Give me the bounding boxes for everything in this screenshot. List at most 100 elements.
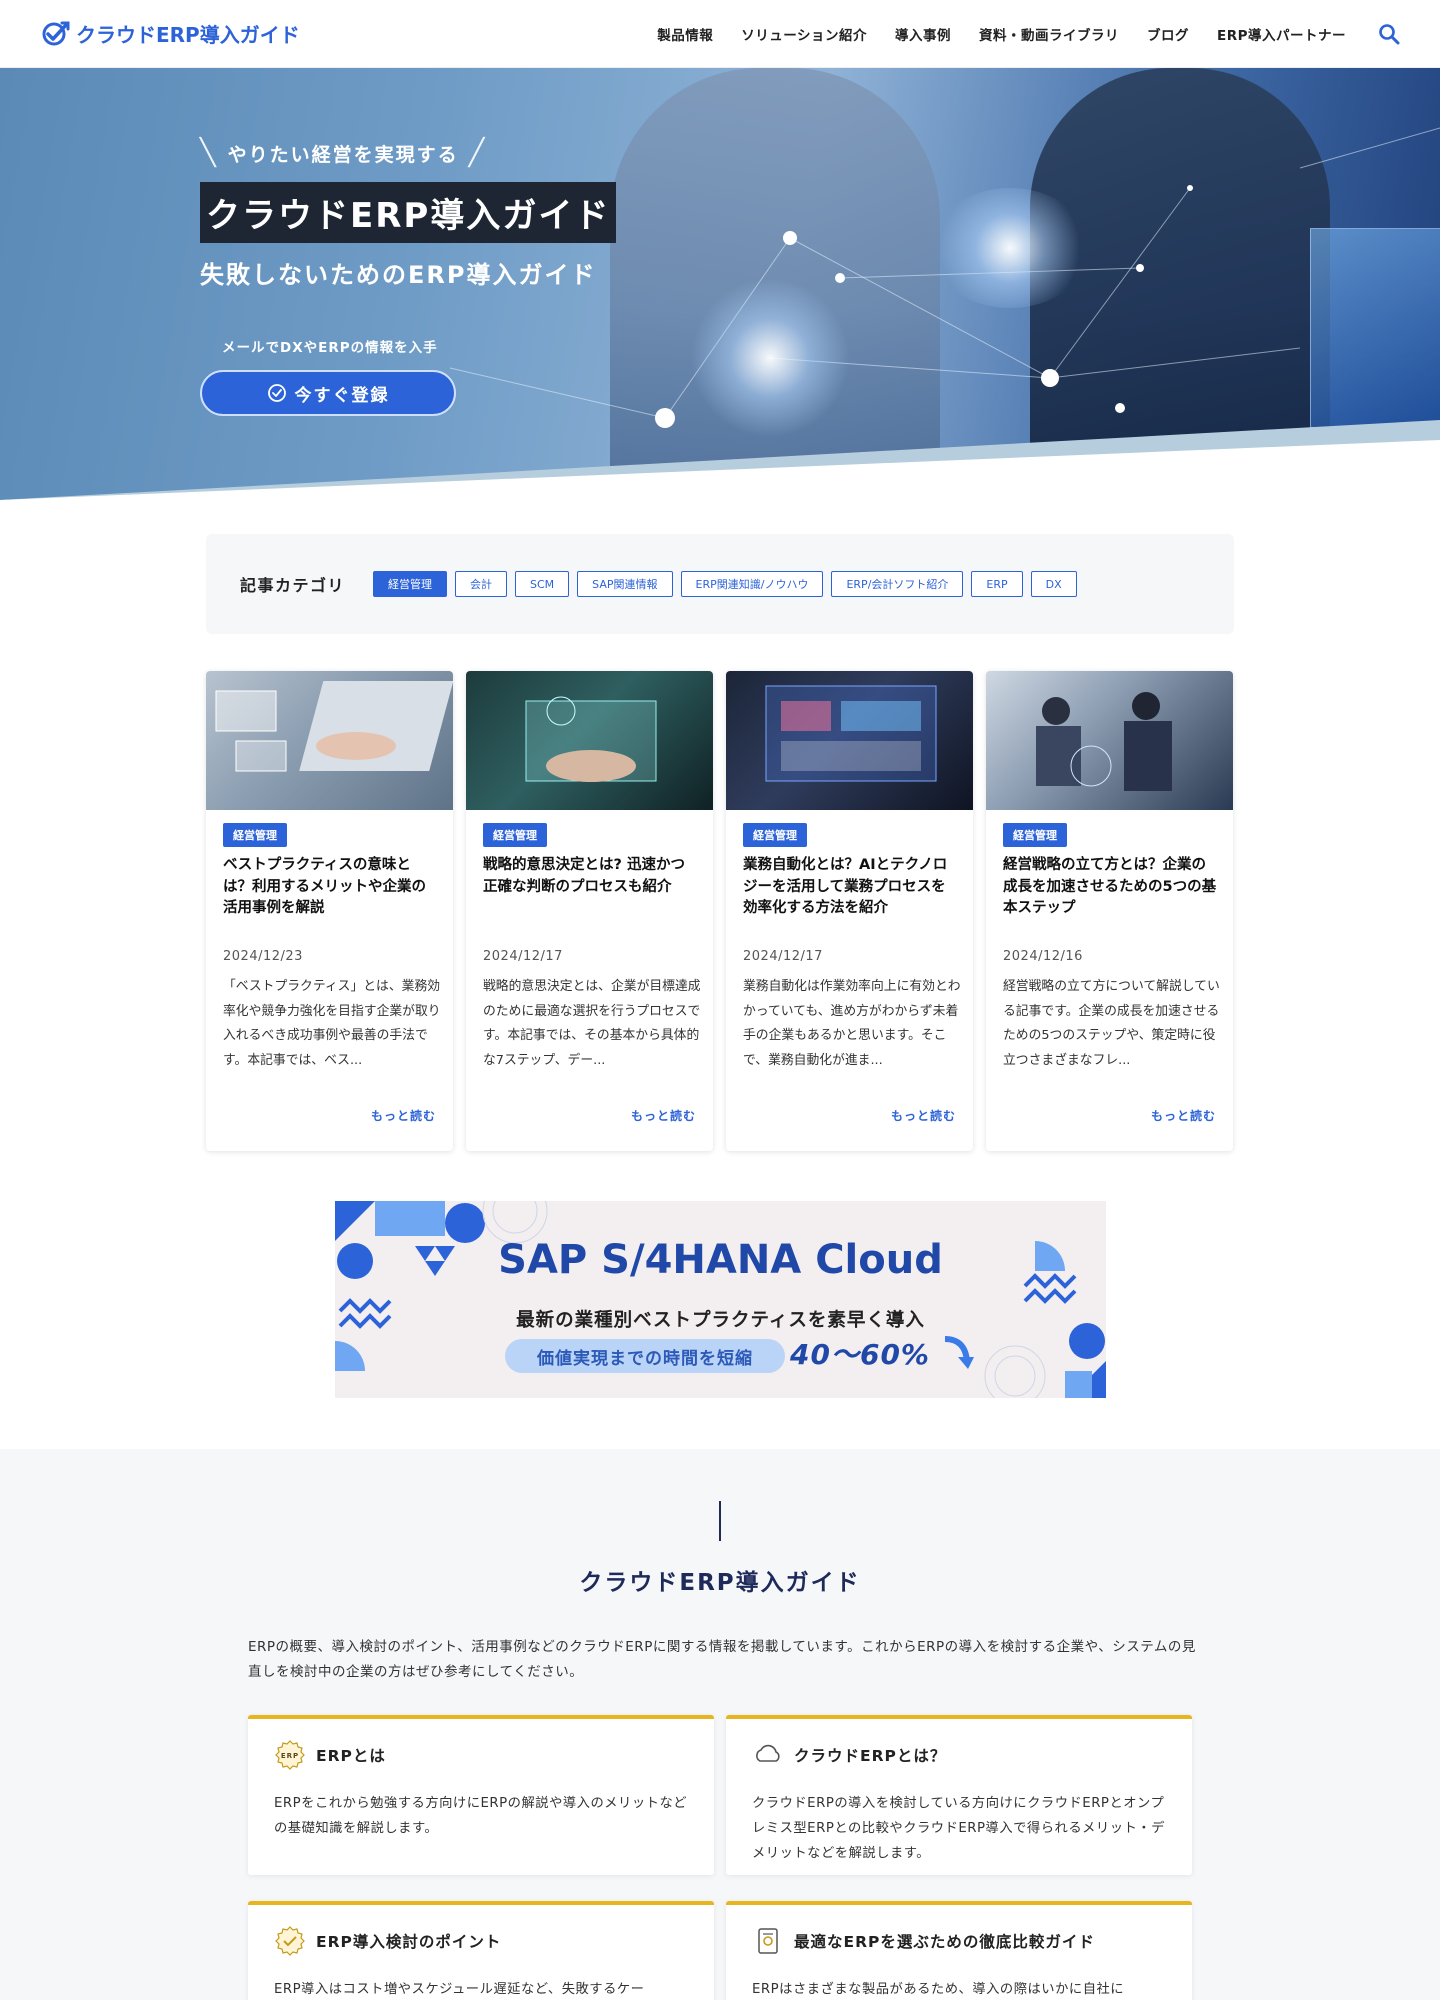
article-excerpt: 業務自動化は作業効率向上に有効とわかっていても、進め方がわからず未着手の企業もあ… — [743, 979, 961, 1068]
banner-subtitle: 最新の業種別ベストプラクティスを素早く導入 — [516, 1310, 925, 1331]
site-header: クラウドERP導入ガイド 製品情報 ソリューション紹介 導入事例 資料・動画ライ… — [0, 0, 1440, 68]
guide-card-erp[interactable]: ERP ERPとは ERPをこれから勉強する方向けにERPの解説や導入のメリット… — [248, 1715, 714, 1875]
hero-light-glow — [930, 188, 1090, 308]
read-more-link[interactable]: もっと読む — [1151, 1107, 1216, 1124]
guide-card-header: ERP導入検討のポイント — [274, 1925, 501, 1957]
check-badge-icon — [275, 1926, 305, 1956]
article-date: 2024/12/16 — [1003, 949, 1083, 964]
hero-copy: ╲ やりたい経営を実現する ╱ クラウドERP導入ガイド 失敗しないためのERP… — [200, 138, 700, 416]
main-nav: 製品情報 ソリューション紹介 導入事例 資料・動画ライブラリ ブログ ERP導入… — [657, 23, 1400, 45]
guide-card-comparison[interactable]: 最適なERPを選ぶための徹底比較ガイド ERPはさまざまな製品があるため、導入の… — [726, 1901, 1192, 2000]
guide-card-header: ERP ERPとは — [274, 1739, 386, 1771]
article-date: 2024/12/23 — [223, 949, 303, 964]
article-card[interactable]: 経営管理 業務自動化とは？AIとテクノロジーを活用して業務プロセスを効率化する方… — [726, 671, 973, 1151]
category-chip-management[interactable]: 経営管理 — [373, 571, 448, 597]
article-category-badge[interactable]: 経営管理 — [1003, 823, 1067, 847]
register-button-label: 今すぐ登録 — [294, 385, 390, 406]
meeting-image — [1036, 692, 1172, 791]
article-list: 経営管理 ベストプラクティスの意味とは？利用するメリットや企業の活用事例を解説 … — [206, 671, 1234, 1151]
guide-card-body: クラウドERPの導入を検討している方向けにクラウドERPとオンプレミス型ERPと… — [752, 1796, 1165, 1861]
article-excerpt: 経営戦略の立て方について解説している記事です。企業の成長を加速させるための5つの… — [1003, 979, 1220, 1068]
guide-title: クラウドERP導入ガイド — [579, 1570, 861, 1596]
category-chip-scm[interactable]: SCM — [515, 571, 570, 597]
hero-tagline: ╲ やりたい経営を実現する ╱ — [200, 138, 700, 168]
erp-badge-icon: ERP — [275, 1740, 305, 1770]
read-more-link[interactable]: もっと読む — [631, 1107, 696, 1124]
guide-card-title: ERPとは — [316, 1747, 386, 1765]
banner-title: SAP S/4HANA Cloud — [498, 1237, 943, 1283]
register-button[interactable]: 今すぐ登録 — [200, 370, 456, 416]
banner-pill: 価値実現までの時間を短縮 — [505, 1339, 785, 1373]
laptop-image — [525, 696, 657, 782]
hero-title: クラウドERP導入ガイド — [200, 182, 617, 243]
nav-item-partners[interactable]: ERP導入パートナー — [1217, 24, 1346, 44]
hero-banner: ╲ やりたい経営を実現する ╱ クラウドERP導入ガイド 失敗しないためのERP… — [0, 68, 1440, 500]
guide-card-header: 最適なERPを選ぶための徹底比較ガイド — [752, 1925, 1095, 1957]
dashboard-image — [765, 685, 937, 782]
article-thumbnail — [986, 671, 1233, 810]
guide-card-title: 最適なERPを選ぶための徹底比較ガイド — [794, 1933, 1095, 1951]
sap-promo-banner[interactable]: SAP S/4HANA Cloud 最新の業種別ベストプラクティスを素早く導入 … — [335, 1201, 1106, 1398]
category-chip-erp-knowledge[interactable]: ERP関連知識/ノウハウ — [680, 571, 824, 597]
article-title[interactable]: 業務自動化とは？AIとテクノロジーを活用して業務プロセスを効率化する方法を紹介 — [743, 855, 958, 920]
article-date: 2024/12/17 — [483, 949, 563, 964]
logo-check-icon — [42, 21, 70, 45]
search-icon[interactable] — [1378, 23, 1400, 45]
banner-percent: 40～60% — [790, 1338, 930, 1371]
nav-item-case-studies[interactable]: 導入事例 — [895, 24, 951, 44]
section-divider-line — [719, 1501, 721, 1541]
site-logo[interactable]: クラウドERP導入ガイド — [40, 19, 300, 49]
guide-card-header: クラウドERPとは？ — [752, 1739, 946, 1771]
hero-subtitle: 失敗しないためのERP導入ガイド — [200, 261, 597, 289]
guide-card-title: ERP導入検討のポイント — [316, 1933, 502, 1951]
read-more-link[interactable]: もっと読む — [371, 1107, 436, 1124]
category-chip-dx[interactable]: DX — [1030, 571, 1077, 597]
article-title[interactable]: 経営戦略の立て方とは？企業の成長を加速させるための5つの基本ステップ — [1003, 855, 1218, 920]
article-date: 2024/12/17 — [743, 949, 823, 964]
svg-text:ERP: ERP — [281, 1752, 299, 1760]
article-card[interactable]: 経営管理 ベストプラクティスの意味とは？利用するメリットや企業の活用事例を解説 … — [206, 671, 453, 1151]
guide-card-body: ERPをこれから勉強する方向けにERPの解説や導入のメリットなどの基礎知識を解説… — [274, 1796, 688, 1836]
article-category-badge[interactable]: 経営管理 — [483, 823, 547, 847]
nav-item-products[interactable]: 製品情報 — [657, 24, 713, 44]
article-title[interactable]: 戦略的意思決定とは? 迅速かつ正確な判断のプロセスも紹介 — [483, 855, 698, 898]
tagline-text: やりたい経営を実現する — [227, 143, 459, 166]
guide-card-body: ERPはさまざまな製品があるため、導入の際はいかに自社に — [752, 1982, 1125, 1997]
tagline-left-slash: ╲ — [200, 138, 218, 168]
article-excerpt: 「ベストプラクティス」とは、業務効率化や競争力強化を目指す企業が取り入れるべき成… — [223, 979, 441, 1068]
category-chip-accounting[interactable]: 会計 — [455, 571, 508, 597]
guide-card-body: ERP導入はコスト増やスケジュール遅延など、失敗するケー — [274, 1982, 645, 1997]
category-list: 経営管理 会計 SCM SAP関連情報 ERP関連知識/ノウハウ ERP/会計ソ… — [373, 571, 1077, 597]
categories-title: 記事カテゴリ — [240, 576, 346, 595]
nav-item-solutions[interactable]: ソリューション紹介 — [741, 24, 867, 44]
nav-item-library[interactable]: 資料・動画ライブラリ — [979, 24, 1119, 44]
document-icon — [758, 1928, 778, 1954]
article-category-badge[interactable]: 経営管理 — [223, 823, 287, 847]
category-chip-erp[interactable]: ERP — [971, 571, 1023, 597]
nav-item-blog[interactable]: ブログ — [1147, 24, 1189, 44]
arrow-down-icon — [944, 1336, 974, 1369]
article-card[interactable]: 経営管理 経営戦略の立て方とは？企業の成長を加速させるための5つの基本ステップ … — [986, 671, 1233, 1151]
read-more-link[interactable]: もっと読む — [891, 1107, 956, 1124]
article-excerpt: 戦略的意思決定とは、企業が目標達成のために最適な選択を行うプロセスです。本記事で… — [483, 979, 701, 1068]
article-thumbnail — [466, 671, 713, 810]
logo-text: クラウドERP導入ガイド — [76, 23, 300, 47]
guide-card-cloud-erp[interactable]: クラウドERPとは？ クラウドERPの導入を検討している方向けにクラウドERPと… — [726, 1715, 1192, 1875]
article-categories: 記事カテゴリ 経営管理 会計 SCM SAP関連情報 ERP関連知識/ノウハウ … — [206, 534, 1234, 634]
article-card[interactable]: 経営管理 戦略的意思決定とは? 迅速かつ正確な判断のプロセスも紹介 2024/1… — [466, 671, 713, 1151]
article-category-badge[interactable]: 経営管理 — [743, 823, 807, 847]
check-circle-icon — [267, 384, 286, 402]
guide-card-points[interactable]: ERP導入検討のポイント ERP導入はコスト増やスケジュール遅延など、失敗するケ… — [248, 1901, 714, 2000]
guide-description: ERPの概要、導入検討のポイント、活用事例などのクラウドERPに関する情報を掲載… — [248, 1639, 1196, 1680]
hero-mail-text: メールでDXやERPの情報を入手 — [222, 340, 438, 356]
category-chip-sap[interactable]: SAP関連情報 — [577, 571, 673, 597]
guide-section: クラウドERP導入ガイド ERPの概要、導入検討のポイント、活用事例などのクラウ… — [0, 1449, 1440, 2000]
cloud-icon — [756, 1744, 780, 1762]
category-chip-erp-software[interactable]: ERP/会計ソフト紹介 — [831, 571, 964, 597]
article-thumbnail — [726, 671, 973, 810]
tagline-right-slash: ╱ — [468, 138, 487, 168]
guide-card-title: クラウドERPとは？ — [794, 1747, 947, 1765]
article-thumbnail — [206, 671, 453, 810]
article-title[interactable]: ベストプラクティスの意味とは？利用するメリットや企業の活用事例を解説 — [223, 855, 438, 920]
laptop-image — [215, 681, 453, 772]
